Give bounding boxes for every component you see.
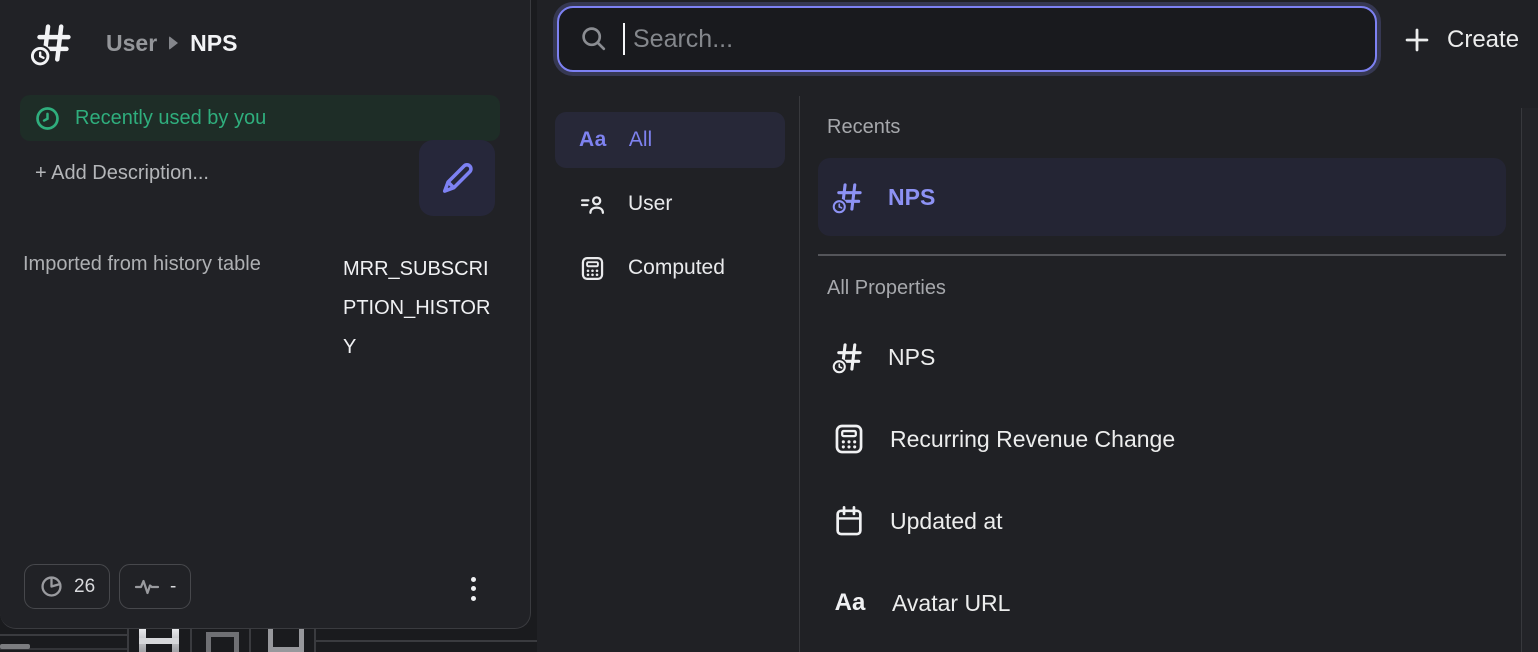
property-search-modal: Create Aa All User	[537, 0, 1538, 652]
trend-value: -	[170, 576, 176, 598]
trend-button[interactable]: -	[119, 564, 191, 609]
description-row: + Add Description...	[0, 140, 531, 216]
pencil-icon	[437, 158, 477, 198]
property-item-updated-at[interactable]: Updated at	[818, 482, 1506, 560]
imported-from-row: Imported from history table MRR_SUBSCRIP…	[23, 250, 513, 367]
recently-used-badge: Recently used by you	[20, 95, 500, 141]
background-table-edge	[0, 629, 537, 652]
property-item-nps[interactable]: NPS	[818, 318, 1506, 396]
number-time-icon	[832, 340, 864, 374]
plus-icon	[1403, 26, 1431, 54]
card-footer: 26 -	[0, 564, 531, 610]
text-cursor	[623, 23, 625, 55]
recent-item-nps[interactable]: NPS	[818, 158, 1506, 236]
number-time-icon	[832, 180, 864, 214]
divider	[314, 640, 537, 642]
count-value: 26	[74, 576, 95, 598]
create-button[interactable]: Create	[1403, 14, 1519, 66]
tab-user[interactable]: User	[555, 176, 785, 232]
property-item-recurring-revenue-change[interactable]: Recurring Revenue Change	[818, 400, 1506, 478]
recently-used-label: Recently used by you	[75, 107, 266, 130]
scrollbar-track[interactable]	[1521, 108, 1538, 652]
tab-label: All	[629, 128, 652, 152]
tab-all[interactable]: Aa All	[555, 112, 785, 168]
divider	[249, 629, 251, 652]
clock-icon	[34, 105, 61, 132]
background-highlight	[0, 644, 30, 649]
property-item-label: Avatar URL	[892, 590, 1010, 617]
app-screen: User NPS Recently used by you + Add Desc…	[0, 0, 1538, 652]
divider	[818, 254, 1506, 256]
edit-button[interactable]	[419, 140, 495, 216]
breadcrumb-current: NPS	[190, 30, 237, 57]
activity-pulse-icon	[134, 576, 160, 598]
text-type-icon: Aa	[832, 589, 868, 617]
calculator-icon	[579, 255, 606, 282]
recents-section-title: Recents	[827, 116, 900, 139]
search-input[interactable]	[633, 25, 1375, 54]
chevron-right-icon	[169, 36, 178, 50]
breadcrumb: User NPS	[106, 30, 237, 57]
tab-label: User	[628, 192, 672, 216]
filter-tabs: Aa All User	[537, 96, 799, 652]
property-item-label: Updated at	[890, 508, 1003, 535]
number-time-icon	[30, 20, 74, 66]
create-label: Create	[1447, 26, 1519, 54]
divider	[190, 629, 192, 652]
tab-label: Computed	[628, 256, 725, 280]
property-header: User NPS	[30, 20, 237, 66]
divider	[127, 629, 129, 652]
search-icon	[579, 24, 609, 54]
background-column-icon	[139, 629, 179, 652]
property-detail-card: User NPS Recently used by you + Add Desc…	[0, 0, 531, 629]
text-type-icon: Aa	[579, 128, 607, 152]
add-description-button[interactable]: + Add Description...	[35, 162, 209, 185]
property-item-avatar-url[interactable]: Aa Avatar URL	[818, 564, 1506, 642]
property-item-label: Recurring Revenue Change	[890, 426, 1175, 453]
imported-table-name: MRR_SUBSCRIPTION_HISTORY	[343, 250, 501, 367]
recent-item-label: NPS	[888, 184, 935, 211]
property-item-label: NPS	[888, 344, 935, 371]
pie-chart-icon	[39, 574, 64, 599]
more-options-button[interactable]	[463, 572, 483, 604]
background-column-icon	[206, 632, 239, 652]
user-list-icon	[579, 191, 606, 218]
background-column-icon	[268, 629, 304, 652]
imported-from-label: Imported from history table	[23, 250, 343, 367]
calendar-icon	[832, 504, 866, 538]
all-properties-section-title: All Properties	[827, 277, 946, 300]
calculator-icon	[832, 422, 866, 456]
search-bar[interactable]	[557, 6, 1377, 72]
distribution-count-button[interactable]: 26	[24, 564, 110, 609]
search-results: Recents NPS All Properties	[800, 96, 1521, 652]
breadcrumb-parent[interactable]: User	[106, 30, 157, 57]
divider	[0, 634, 127, 636]
tab-computed[interactable]: Computed	[555, 240, 785, 296]
